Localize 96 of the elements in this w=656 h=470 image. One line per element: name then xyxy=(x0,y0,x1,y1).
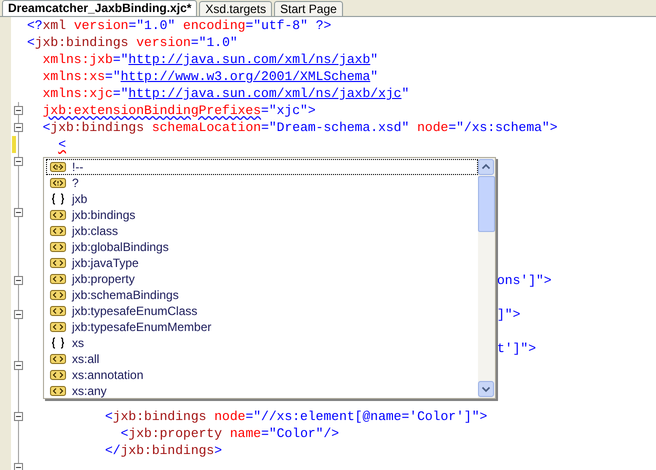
completion-item[interactable]: jxb:schemaBindings xyxy=(46,287,478,303)
completion-item[interactable]: xs:annotation xyxy=(46,367,478,383)
braces-icon xyxy=(50,193,66,205)
tag-icon xyxy=(50,257,66,269)
attribute-name: xmlns:xs xyxy=(42,69,106,84)
attribute-name: node xyxy=(416,120,448,135)
tag-icon xyxy=(50,225,66,237)
completion-item[interactable]: jxb:globalBindings xyxy=(46,239,478,255)
collapse-icon[interactable] xyxy=(14,123,23,132)
completion-item[interactable]: jxb:javaType xyxy=(46,255,478,271)
collapse-icon[interactable] xyxy=(14,276,23,285)
completion-item[interactable]: xs:all xyxy=(46,351,478,367)
tag-icon xyxy=(50,369,66,381)
url-link[interactable]: http://java.sun.com/xml/ns/jaxb xyxy=(128,52,370,67)
element-name: jxb:bindings xyxy=(50,120,144,135)
completion-item[interactable]: xs xyxy=(46,335,478,351)
collapse-icon[interactable] xyxy=(14,361,23,370)
attribute-name: version xyxy=(72,18,128,33)
scroll-up-icon[interactable] xyxy=(478,159,494,175)
attribute-value: " xyxy=(370,69,378,84)
attribute-value: ons']"> xyxy=(497,273,552,288)
attribute-name: xmlns:jxb xyxy=(42,52,113,67)
tag-icon xyxy=(50,289,66,301)
braces-icon xyxy=(50,337,66,349)
attribute-value: t']"> xyxy=(497,341,536,356)
instruction-tag-icon xyxy=(50,177,66,189)
code-bracket: < xyxy=(120,426,128,441)
attribute-value: ="1.0" xyxy=(190,35,238,50)
attribute-name: jxb:extensionBindingPrefixes xyxy=(42,103,262,118)
completion-item[interactable]: jxb:typesafeEnumClass xyxy=(46,303,478,319)
collapse-icon[interactable] xyxy=(14,106,23,115)
completion-item[interactable]: jxb:property xyxy=(46,271,478,287)
completion-item[interactable]: jxb xyxy=(46,191,478,207)
code-bracket: > xyxy=(214,443,222,458)
code-bracket: > xyxy=(308,103,316,118)
code-bracket: <? xyxy=(27,18,43,33)
collapse-icon[interactable] xyxy=(14,412,23,421)
code-bracket: ?> xyxy=(314,18,332,33)
scrollbar[interactable] xyxy=(478,158,495,398)
attribute-value: " xyxy=(401,86,410,101)
completion-item[interactable]: jxb:bindings xyxy=(46,207,478,223)
element-name: jxb:bindings xyxy=(34,35,128,50)
comment-tag-icon xyxy=(50,161,66,173)
tag-icon xyxy=(50,209,66,221)
completion-item[interactable]: !-- xyxy=(46,159,478,175)
attribute-value: ="1.0" xyxy=(128,18,176,33)
code-bracket: > xyxy=(480,409,488,424)
attribute-value: ="Dream-schema.xsd" xyxy=(261,120,410,135)
document-tab[interactable]: Xsd.targets xyxy=(199,1,272,16)
completion-item[interactable]: jxb:typesafeEnumMember xyxy=(46,319,478,335)
attribute-value: ="/xs:schema" xyxy=(448,120,550,135)
tag-icon xyxy=(50,305,66,317)
document-tab[interactable]: Dreamcatcher_JaxbBinding.xjc* xyxy=(2,0,198,16)
attribute-name: node xyxy=(213,409,246,424)
code-bracket: < xyxy=(42,120,50,135)
attribute-name: encoding xyxy=(182,18,246,33)
code-bracket: < xyxy=(105,409,113,424)
completion-item[interactable]: jxb:class xyxy=(46,223,478,239)
scroll-down-icon[interactable] xyxy=(478,381,494,397)
attribute-name: xmlns:xjc xyxy=(42,86,113,101)
attribute-value: ="xjc" xyxy=(261,103,308,118)
code-bracket: < xyxy=(58,137,66,152)
scroll-thumb[interactable] xyxy=(478,176,495,232)
attribute-value: =" xyxy=(112,86,128,101)
attribute-name: name xyxy=(228,426,262,441)
attribute-name: version xyxy=(135,35,191,50)
document-tab[interactable]: Start Page xyxy=(274,1,343,16)
collapse-icon[interactable] xyxy=(14,157,23,166)
url-link[interactable]: http://java.sun.com/xml/ns/jaxb/xjc xyxy=(128,86,402,101)
tag-icon xyxy=(50,321,66,333)
tag-icon xyxy=(50,385,66,397)
tag-icon xyxy=(50,241,66,253)
completion-item[interactable]: ? xyxy=(46,175,478,191)
attribute-value: =" xyxy=(105,69,121,84)
attribute-value: " xyxy=(370,52,378,67)
attribute-value: ="Color" xyxy=(261,426,324,441)
attribute-name: schemaLocation xyxy=(150,120,262,135)
tag-icon xyxy=(50,353,66,365)
attribute-value: ="utf-8" xyxy=(245,18,308,33)
collapse-icon[interactable] xyxy=(14,463,23,470)
code-bracket: < xyxy=(27,35,35,50)
code-bracket: > xyxy=(550,120,558,135)
element-name: xml xyxy=(42,18,66,33)
attribute-value: ]"> xyxy=(497,307,520,322)
element-name: jxb:property xyxy=(128,426,222,441)
element-name: jxb:bindings xyxy=(112,409,206,424)
completion-item[interactable]: xs:any xyxy=(46,383,478,398)
code-bracket: </ xyxy=(105,443,121,458)
element-name: jxb:bindings xyxy=(120,443,214,458)
collapse-icon[interactable] xyxy=(14,310,23,319)
attribute-value: =" xyxy=(112,52,128,67)
collapse-icon[interactable] xyxy=(14,208,23,217)
url-link[interactable]: http://www.w3.org/2001/XMLSchema xyxy=(120,69,370,84)
attribute-value: ="//xs:element[@name='Color']" xyxy=(245,409,480,424)
tag-icon xyxy=(50,273,66,285)
code-bracket: /> xyxy=(323,426,340,441)
